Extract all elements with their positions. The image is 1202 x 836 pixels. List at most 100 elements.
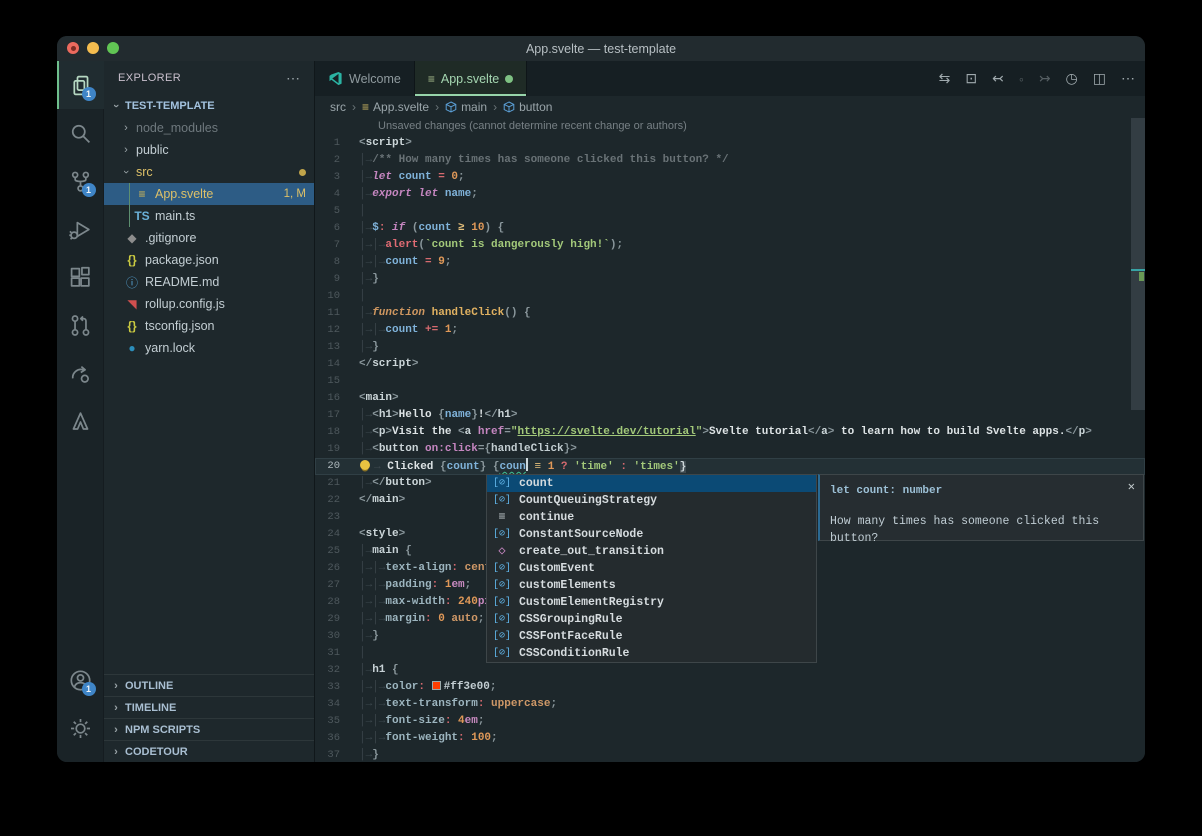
code-line-7[interactable]: 7│→│→alert(`count is dangerously high!`)… <box>315 237 1145 254</box>
breadcrumb-item-app-svelte[interactable]: ≡App.svelte <box>362 100 429 114</box>
code-line-33[interactable]: 33│→│→color: #ff3e00; <box>315 679 1145 696</box>
code-line-35[interactable]: 35│→│→font-size: 4em; <box>315 713 1145 730</box>
file-history-icon[interactable]: ◷ <box>1066 70 1078 87</box>
tree-item-node-modules[interactable]: ›node_modules <box>104 117 314 139</box>
code-line-5[interactable]: 5│ <box>315 203 1145 220</box>
activity-bar-item-explorer[interactable]: 1 <box>57 61 104 109</box>
activity-bar-item-search[interactable] <box>57 109 104 157</box>
activity-bar-item-source-control[interactable]: 1 <box>57 157 104 205</box>
suggest-item-count[interactable]: [⊘]count <box>487 475 816 492</box>
code-line-19[interactable]: 19│→<button on:click={handleClick}> <box>315 441 1145 458</box>
code-line-37[interactable]: 37│→} <box>315 747 1145 762</box>
code-line-9[interactable]: 9│→} <box>315 271 1145 288</box>
next-change-icon[interactable]: ↣ <box>1039 70 1051 87</box>
open-changes-icon[interactable]: ⊡ <box>965 70 977 87</box>
suggest-item-constantsourcenode[interactable]: [⊘]ConstantSourceNode <box>487 526 816 543</box>
line-number: 28 <box>315 594 359 611</box>
split-editor-icon[interactable]: ◫ <box>1093 70 1106 87</box>
code-line-16[interactable]: 16<main> <box>315 390 1145 407</box>
zoom-window-button[interactable] <box>107 42 119 54</box>
code-line-6[interactable]: 6│→$: if (count ≥ 10) { <box>315 220 1145 237</box>
file-label: main.ts <box>155 209 195 223</box>
sidebar-section-timeline[interactable]: ›TIMELINE <box>104 696 314 718</box>
tree-item-yarn-lock[interactable]: ●yarn.lock <box>104 337 314 359</box>
suggest-item-customelements[interactable]: [⊘]customElements <box>487 577 816 594</box>
line-number: 26 <box>315 560 359 577</box>
close-window-button[interactable] <box>67 42 79 54</box>
suggest-item-customelementregistry[interactable]: [⊘]CustomElementRegistry <box>487 594 816 611</box>
code-line-15[interactable]: 15 <box>315 373 1145 390</box>
code-line-20[interactable]: 20→ Clicked {count} {coun ≡ 1 ? 'time' :… <box>315 458 1145 475</box>
code-line-2[interactable]: 2│→/** How many times has someone clicke… <box>315 152 1145 169</box>
code-line-12[interactable]: 12│→│→count += 1; <box>315 322 1145 339</box>
suggest-item-customevent[interactable]: [⊘]CustomEvent <box>487 560 816 577</box>
suggest-item-continue[interactable]: ≡continue <box>487 509 816 526</box>
line-number: 31 <box>315 645 359 662</box>
activity-bar-item-extensions[interactable] <box>57 253 104 301</box>
code-line-8[interactable]: 8│→│→count = 9; <box>315 254 1145 271</box>
code-line-14[interactable]: 14</script> <box>315 356 1145 373</box>
suggest-item-cssfontfacerule[interactable]: [⊘]CSSFontFaceRule <box>487 628 816 645</box>
editor-scrollbar[interactable] <box>1131 118 1145 410</box>
code-line-32[interactable]: 32│→h1 { <box>315 662 1145 679</box>
suggest-item-countqueuingstrategy[interactable]: [⊘]CountQueuingStrategy <box>487 492 816 509</box>
tree-item-tsconfig-json[interactable]: {}tsconfig.json <box>104 315 314 337</box>
activity-bar-item-settings[interactable] <box>57 704 104 752</box>
breadcrumb-item-main[interactable]: main <box>445 100 487 114</box>
activity-bar-item-live-share[interactable] <box>57 349 104 397</box>
tree-item-rollup-config-js[interactable]: ◥rollup.config.js <box>104 293 314 315</box>
suggest-label: CSSGroupingRule <box>519 611 623 628</box>
breadcrumb-label: App.svelte <box>373 100 429 114</box>
tree-item-public[interactable]: ›public <box>104 139 314 161</box>
sidebar-section-npm-scripts[interactable]: ›NPM SCRIPTS <box>104 718 314 740</box>
code-line-1[interactable]: 1<script> <box>315 135 1145 152</box>
more-actions-icon[interactable]: ⋯ <box>1121 70 1135 87</box>
line-content: <main> <box>359 390 399 407</box>
symbol-cube-icon <box>445 101 457 113</box>
title-bar[interactable]: App.svelte — test-template <box>57 36 1145 61</box>
sidebar-section-outline[interactable]: ›OUTLINE <box>104 674 314 696</box>
activity-bar-item-accounts[interactable]: 1 <box>57 656 104 704</box>
tree-item-readme-md[interactable]: ⓘREADME.md <box>104 271 314 293</box>
line-number: 1 <box>315 135 359 152</box>
code-line-17[interactable]: 17│→<h1>Hello {name}!</h1> <box>315 407 1145 424</box>
color-swatch[interactable] <box>432 681 441 690</box>
tree-item--gitignore[interactable]: ◆.gitignore <box>104 227 314 249</box>
settings-icon <box>69 717 92 740</box>
code-line-10[interactable]: 10│ <box>315 288 1145 305</box>
breadcrumb-item-button[interactable]: button <box>503 100 552 114</box>
tree-item-src[interactable]: ›src <box>104 161 314 183</box>
previous-change-icon[interactable]: ↢ <box>992 70 1004 87</box>
tab-app-svelte[interactable]: ≡App.svelte <box>415 61 527 96</box>
code-line-4[interactable]: 4│→export let name; <box>315 186 1145 203</box>
code-line-3[interactable]: 3│→let count = 0; <box>315 169 1145 186</box>
current-change-icon[interactable]: ◦ <box>1019 71 1024 87</box>
git-compare-icon[interactable]: ⇆ <box>939 70 951 87</box>
close-icon[interactable]: ✕ <box>1128 479 1135 496</box>
code-editor[interactable]: Unsaved changes (cannot determine recent… <box>315 118 1145 762</box>
suggest-item-cssconditionrule[interactable]: [⊘]CSSConditionRule <box>487 645 816 662</box>
activity-bar-item-github-pr[interactable] <box>57 301 104 349</box>
tree-item-app-svelte[interactable]: ≡App.svelte1, M <box>104 183 314 205</box>
activity-bar-item-run-debug[interactable] <box>57 205 104 253</box>
code-line-11[interactable]: 11│→function handleClick() { <box>315 305 1145 322</box>
project-root-row[interactable]: › TEST-TEMPLATE <box>104 95 314 117</box>
minimize-window-button[interactable] <box>87 42 99 54</box>
code-line-13[interactable]: 13│→} <box>315 339 1145 356</box>
breadcrumb-item-src[interactable]: src <box>330 100 346 114</box>
tab-label: App.svelte <box>441 72 499 86</box>
activity-bar-item-azure[interactable] <box>57 397 104 445</box>
tree-item-package-json[interactable]: {}package.json <box>104 249 314 271</box>
suggest-item-cssgroupingrule[interactable]: [⊘]CSSGroupingRule <box>487 611 816 628</box>
tree-item-main-ts[interactable]: TSmain.ts <box>104 205 314 227</box>
explorer-more-actions-icon[interactable]: ⋯ <box>286 70 300 87</box>
code-line-36[interactable]: 36│→│→font-weight: 100; <box>315 730 1145 747</box>
sidebar-section-codetour[interactable]: ›CODETOUR <box>104 740 314 762</box>
code-line-18[interactable]: 18│→<p>Visit the <a href="https://svelte… <box>315 424 1145 441</box>
suggest-item-create_out_transition[interactable]: ◇create_out_transition <box>487 543 816 560</box>
line-content: │→} <box>359 747 379 762</box>
tab-welcome[interactable]: Welcome <box>315 61 415 96</box>
line-number: 14 <box>315 356 359 373</box>
code-line-34[interactable]: 34│→│→text-transform: uppercase; <box>315 696 1145 713</box>
lightbulb-icon[interactable] <box>360 460 370 470</box>
